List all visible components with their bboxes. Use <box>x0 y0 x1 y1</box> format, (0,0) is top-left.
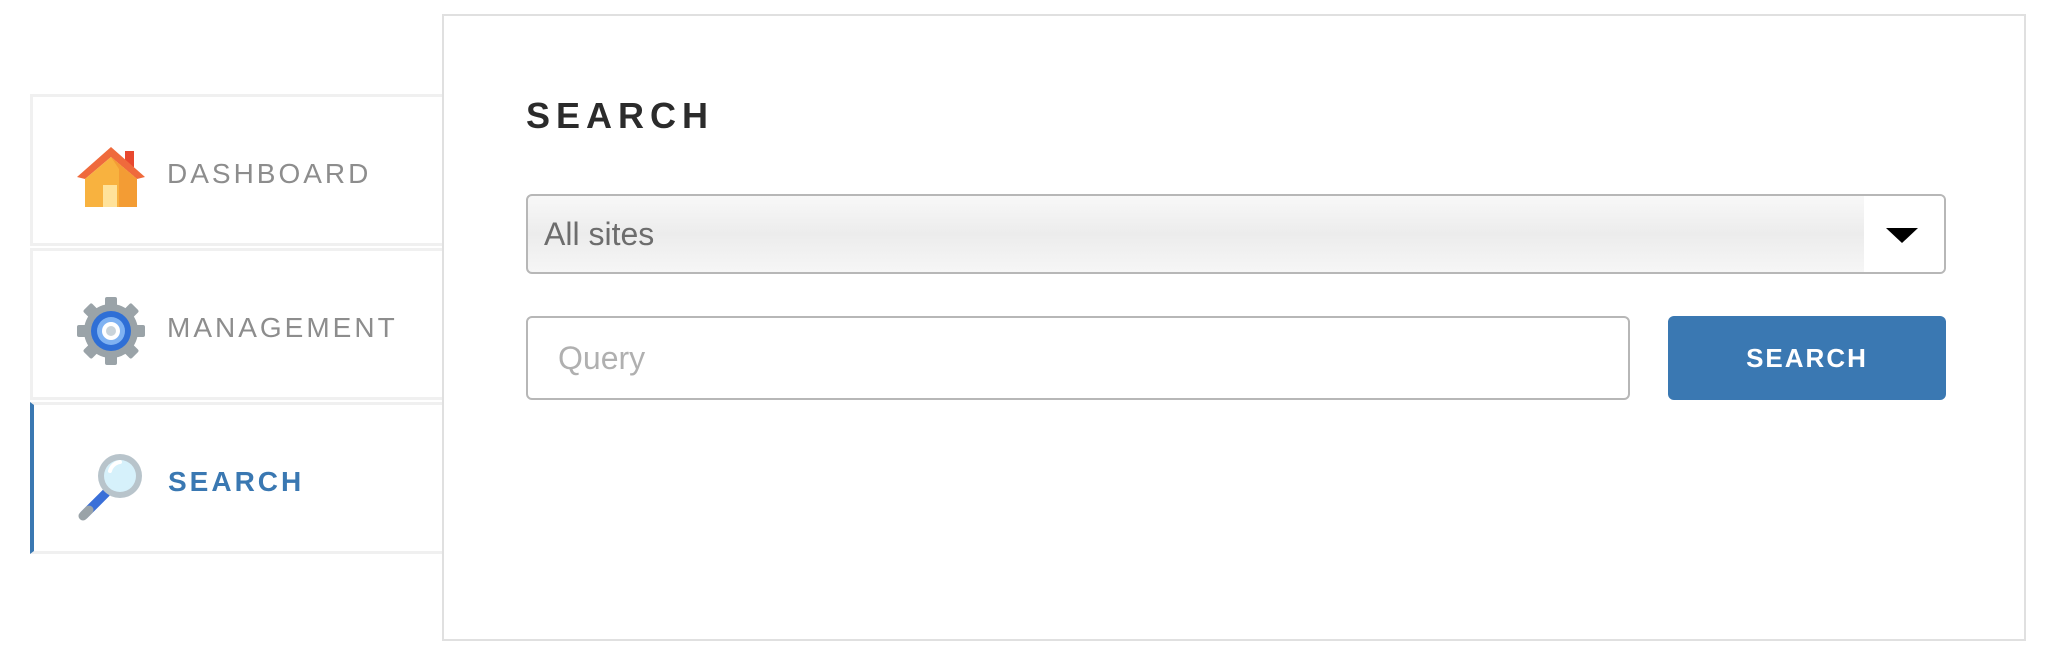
site-select-value: All sites <box>544 216 655 252</box>
gear-icon <box>77 297 145 365</box>
sidebar-item-search[interactable]: SEARCH <box>30 402 442 554</box>
query-input[interactable] <box>526 316 1630 400</box>
search-panel: SEARCH All sites SEARCH <box>442 14 2026 641</box>
sidebar-item-dashboard[interactable]: DASHBOARD <box>30 94 442 246</box>
chevron-down-icon <box>1886 228 1918 243</box>
magnifier-icon <box>78 454 142 521</box>
sidebar-nav: DASHBOARD MANAGEMENT SEARCH <box>30 94 442 556</box>
page-title: SEARCH <box>526 95 715 136</box>
sidebar-item-label: MANAGEMENT <box>167 312 398 343</box>
site-select-toggle[interactable] <box>1864 196 1944 272</box>
sidebar-item-management[interactable]: MANAGEMENT <box>30 248 442 400</box>
house-icon <box>77 147 145 207</box>
sidebar-item-label: DASHBOARD <box>167 158 372 189</box>
sidebar-item-label: SEARCH <box>168 466 305 497</box>
search-button[interactable]: SEARCH <box>1668 316 1946 400</box>
site-select[interactable]: All sites <box>526 194 1946 274</box>
